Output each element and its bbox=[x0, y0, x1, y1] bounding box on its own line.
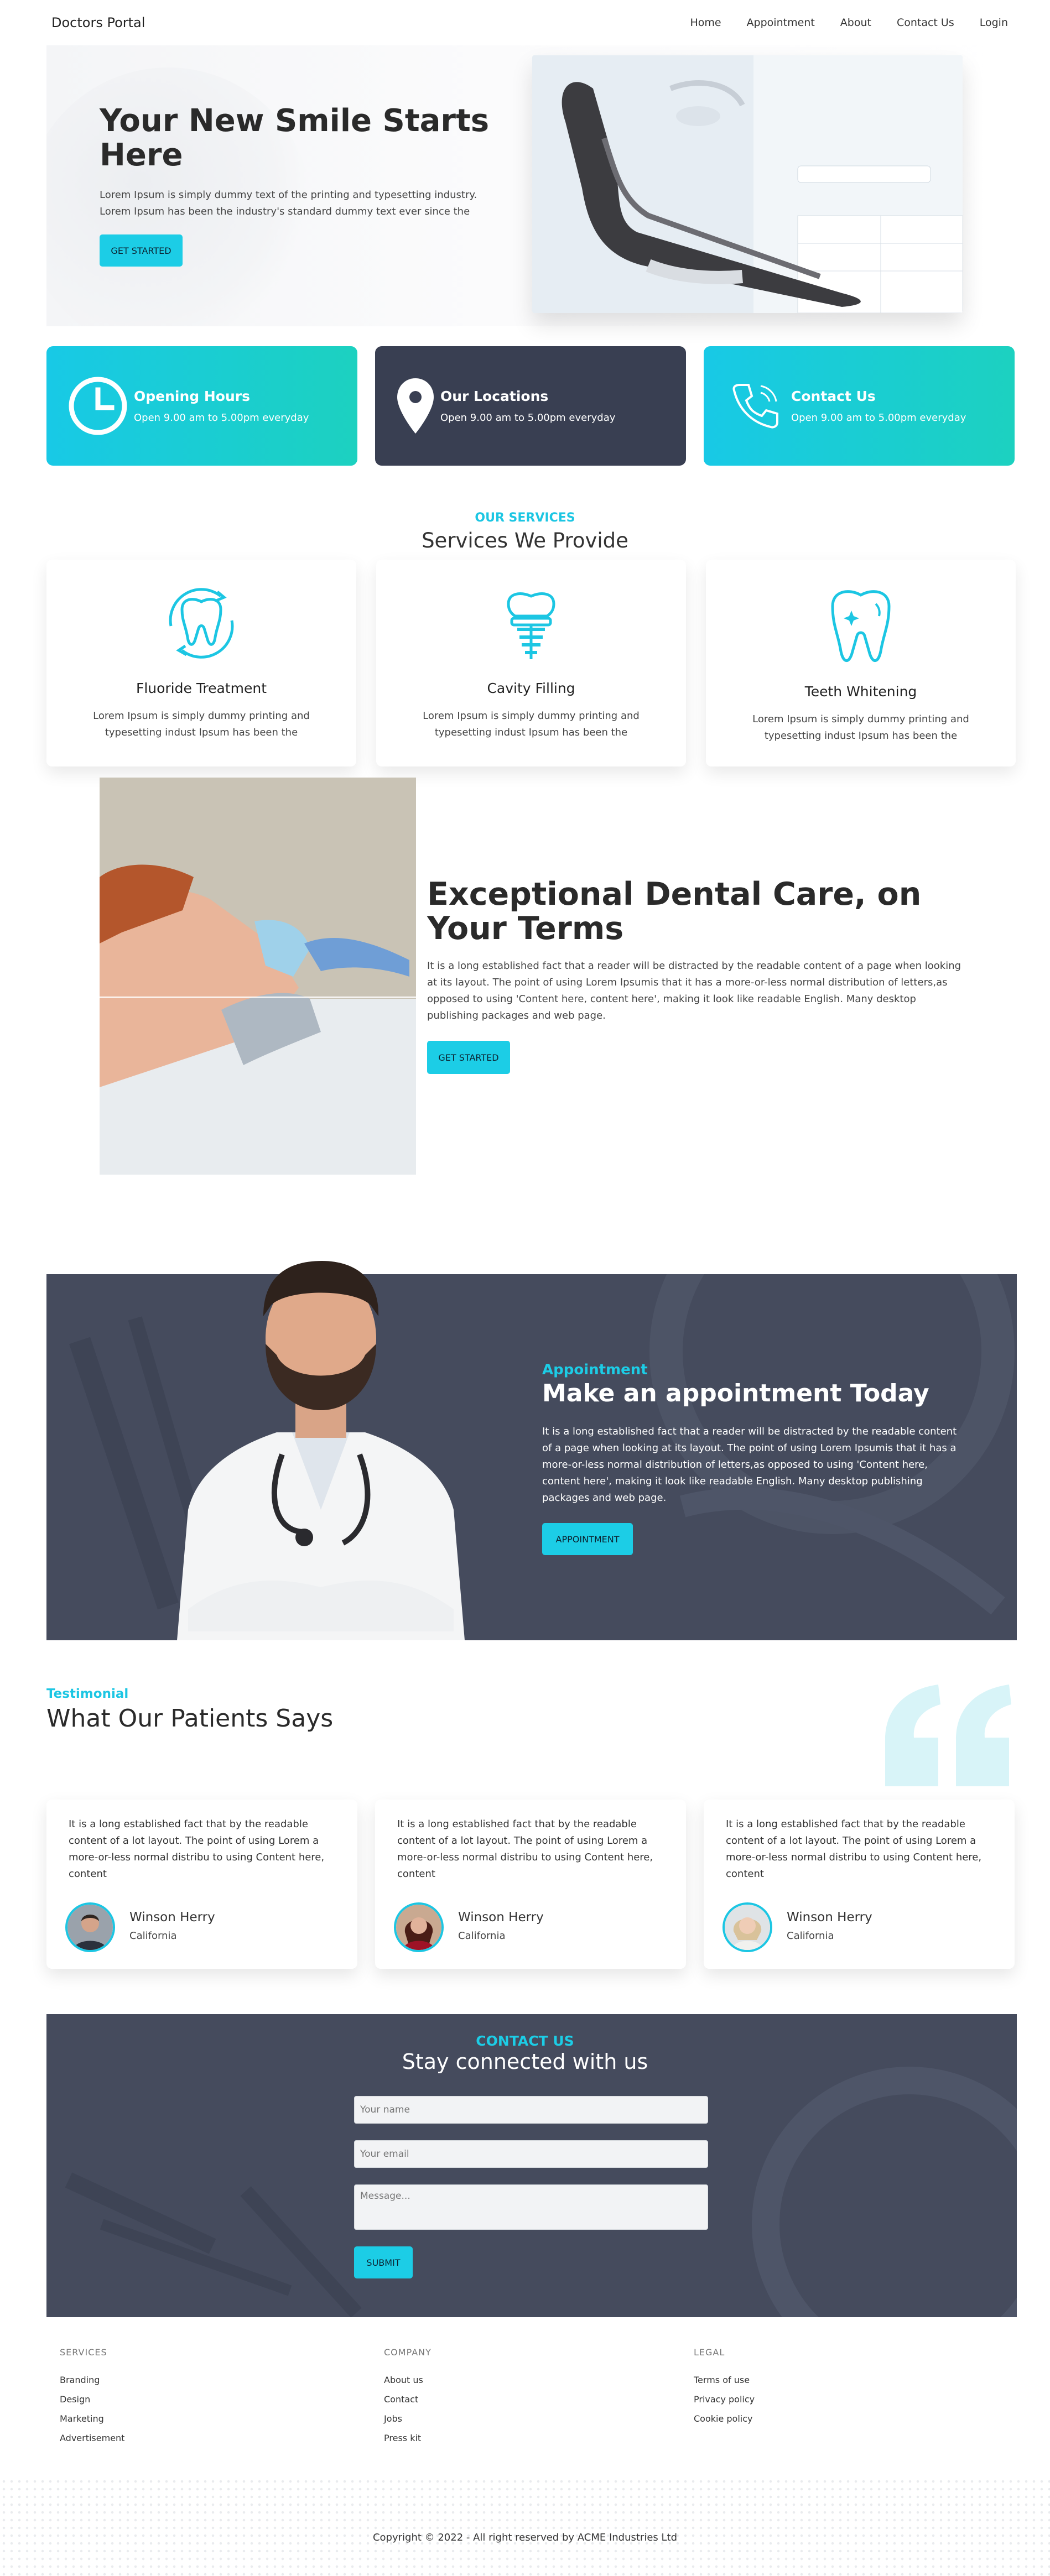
nav-item-about[interactable]: About bbox=[840, 17, 871, 29]
dental-chair-illustration bbox=[532, 55, 963, 313]
footer-heading-company: COMPANY bbox=[384, 2347, 432, 2358]
nav-item-appointment[interactable]: Appointment bbox=[747, 17, 815, 29]
testimonial-eyebrow: Testimonial bbox=[46, 1687, 129, 1701]
footer-links-services: Branding Design Marketing Advertisement bbox=[60, 2370, 124, 2448]
info-card-title: Our Locations bbox=[440, 388, 549, 404]
copyright-text: Copyright © 2022 - All right reserved by… bbox=[372, 2532, 678, 2543]
service-description: Lorem Ipsum is simply dummy printing and… bbox=[93, 710, 310, 738]
info-card-text: Open 9.00 am to 5.00pm everyday bbox=[440, 412, 616, 424]
nav-item-login[interactable]: Login bbox=[980, 17, 1008, 29]
info-card-locations: Our Locations Open 9.00 am to 5.00pm eve… bbox=[375, 346, 686, 466]
testimonial-name: Winson Herry bbox=[787, 1910, 872, 1925]
care-get-started-button[interactable]: GET STARTED bbox=[427, 1041, 510, 1074]
testimonial-card: It is a long established fact that by th… bbox=[46, 1800, 357, 1969]
location-pin-icon bbox=[391, 377, 440, 435]
footer-heading-services: SERVICES bbox=[60, 2347, 107, 2358]
info-card-opening-hours: Opening Hours Open 9.00 am to 5.00pm eve… bbox=[46, 346, 357, 466]
nav-item-home[interactable]: Home bbox=[690, 17, 721, 29]
footer-link[interactable]: Branding bbox=[60, 2370, 124, 2390]
footer-link[interactable]: Cookie policy bbox=[694, 2409, 755, 2428]
email-input[interactable] bbox=[354, 2140, 708, 2168]
service-description: Lorem Ipsum is simply dummy printing and… bbox=[423, 710, 640, 738]
footer-link[interactable]: About us bbox=[384, 2370, 423, 2390]
testimonial-name: Winson Herry bbox=[458, 1910, 544, 1925]
nav-menu: Home Appointment About Contact Us Login bbox=[690, 17, 1008, 29]
testimonial-text: It is a long established fact that by th… bbox=[69, 1818, 325, 1880]
services-eyebrow: OUR SERVICES bbox=[475, 511, 575, 525]
tooth-implant-icon bbox=[376, 582, 686, 665]
service-card-whitening: Teeth Whitening Lorem Ipsum is simply du… bbox=[706, 560, 1016, 766]
nav-item-contact[interactable]: Contact Us bbox=[897, 17, 954, 29]
footer-link[interactable]: Press kit bbox=[384, 2428, 423, 2448]
avatar bbox=[394, 1902, 444, 1952]
care-text: It is a long established fact that a rea… bbox=[427, 960, 961, 1021]
testimonial-card: It is a long established fact that by th… bbox=[704, 1800, 1015, 1969]
contact-eyebrow: CONTACT US bbox=[476, 2033, 574, 2049]
info-card-text: Open 9.00 am to 5.00pm everyday bbox=[134, 412, 309, 424]
footer-dot-pattern bbox=[0, 2478, 1050, 2576]
dental-chair-image bbox=[532, 55, 963, 313]
testimonial-text: It is a long established fact that by th… bbox=[726, 1818, 982, 1880]
footer-link[interactable]: Terms of use bbox=[694, 2370, 755, 2390]
service-card-fluoride: Fluoride Treatment Lorem Ipsum is simply… bbox=[46, 560, 356, 766]
footer-link[interactable]: Advertisement bbox=[60, 2428, 124, 2448]
hero-title: Your New Smile Starts Here bbox=[100, 103, 490, 173]
testimonial-title: What Our Patients Says bbox=[46, 1704, 334, 1733]
patient-photo-illustration bbox=[100, 778, 416, 1175]
footer-link[interactable]: Privacy policy bbox=[694, 2390, 755, 2409]
info-card-title: Opening Hours bbox=[134, 388, 250, 404]
phone-icon bbox=[719, 378, 791, 434]
testimonial-name: Winson Herry bbox=[129, 1910, 215, 1925]
info-card-title: Contact Us bbox=[791, 388, 876, 404]
footer-link[interactable]: Contact bbox=[384, 2390, 423, 2409]
info-card-contact: Contact Us Open 9.00 am to 5.00pm everyd… bbox=[704, 346, 1015, 466]
testimonial-location: California bbox=[787, 1930, 834, 1942]
tooth-sparkle-icon bbox=[706, 582, 1016, 670]
appointment-title: Make an appointment Today bbox=[542, 1379, 929, 1407]
testimonial-location: California bbox=[458, 1930, 506, 1942]
footer-link[interactable]: Design bbox=[60, 2390, 124, 2409]
brand-logo[interactable]: Doctors Portal bbox=[51, 15, 145, 30]
testimonial-location: California bbox=[129, 1930, 177, 1942]
name-input[interactable] bbox=[354, 2096, 708, 2124]
quote-icon bbox=[885, 1685, 1012, 1788]
footer-links-company: About us Contact Jobs Press kit bbox=[384, 2370, 423, 2448]
footer-heading-legal: LEGAL bbox=[694, 2347, 725, 2358]
message-textarea[interactable] bbox=[354, 2184, 708, 2230]
service-card-cavity: Cavity Filling Lorem Ipsum is simply dum… bbox=[376, 560, 686, 766]
tooth-fluoride-icon bbox=[46, 582, 356, 665]
appointment-button[interactable]: APPOINTMENT bbox=[542, 1523, 633, 1555]
info-card-text: Open 9.00 am to 5.00pm everyday bbox=[791, 412, 966, 424]
footer-link[interactable]: Marketing bbox=[60, 2409, 124, 2428]
clock-icon bbox=[62, 376, 134, 436]
services-title: Services We Provide bbox=[422, 529, 628, 552]
testimonial-text: It is a long established fact that by th… bbox=[397, 1818, 653, 1880]
doctor-image bbox=[166, 1222, 476, 1640]
avatar bbox=[722, 1902, 772, 1952]
submit-button[interactable]: SUBMIT bbox=[354, 2246, 413, 2278]
service-description: Lorem Ipsum is simply dummy printing and… bbox=[752, 713, 969, 742]
care-title: Exceptional Dental Care, on Your Terms bbox=[427, 876, 922, 947]
avatar bbox=[65, 1902, 115, 1952]
testimonial-card: It is a long established fact that by th… bbox=[375, 1800, 686, 1969]
service-name: Teeth Whitening bbox=[804, 684, 917, 700]
footer-links-legal: Terms of use Privacy policy Cookie polic… bbox=[694, 2370, 755, 2428]
service-name: Cavity Filling bbox=[487, 680, 575, 696]
hero-get-started-button[interactable]: GET STARTED bbox=[100, 234, 183, 267]
appointment-text: It is a long established fact that a rea… bbox=[542, 1426, 957, 1504]
hero-text: Lorem Ipsum is simply dummy text of the … bbox=[100, 189, 477, 217]
contact-title: Stay connected with us bbox=[402, 2050, 648, 2074]
dental-patient-image bbox=[100, 778, 416, 1175]
footer-link[interactable]: Jobs bbox=[384, 2409, 423, 2428]
service-name: Fluoride Treatment bbox=[136, 680, 267, 696]
appointment-eyebrow: Appointment bbox=[542, 1362, 648, 1378]
